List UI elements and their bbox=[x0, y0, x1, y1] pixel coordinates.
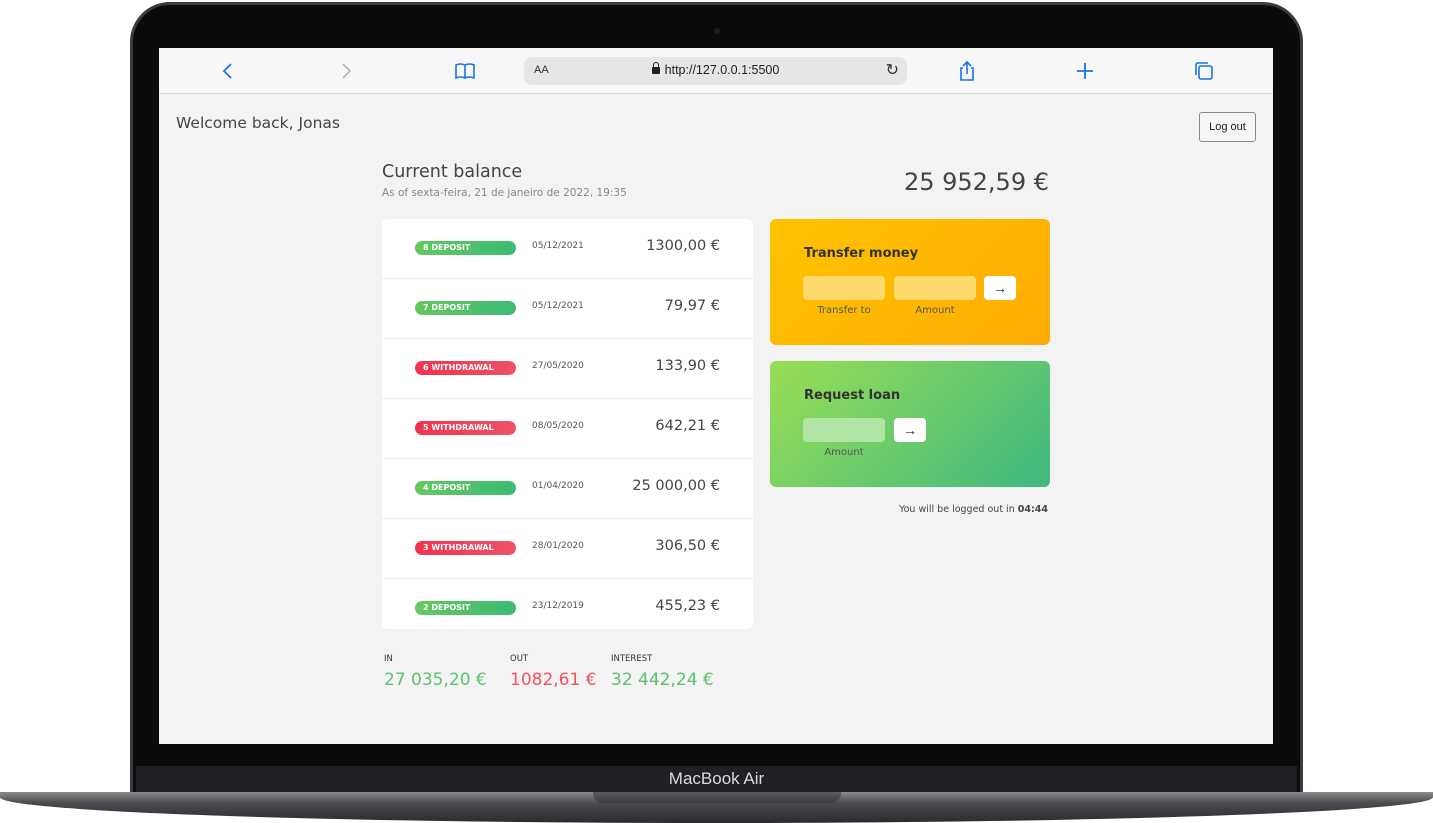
plus-icon[interactable] bbox=[1073, 59, 1097, 83]
movement-date: 08/05/2020 bbox=[532, 421, 584, 431]
url-text[interactable]: http://127.0.0.1:5500 bbox=[524, 62, 907, 77]
laptop-notch bbox=[593, 792, 841, 803]
screen: AA http://127.0.0.1:5500 ↻ Welcome back,… bbox=[159, 48, 1273, 744]
loan-amount-input[interactable] bbox=[803, 418, 885, 442]
movement-type-badge: 6 WITHDRAWAL bbox=[415, 361, 516, 375]
camera-icon bbox=[714, 28, 720, 34]
summary-out-value: 1082,61 € bbox=[510, 670, 597, 690]
movement-amount: 306,50 € bbox=[655, 538, 720, 554]
movement-amount: 79,97 € bbox=[664, 298, 720, 314]
tabs-icon[interactable] bbox=[1192, 59, 1216, 83]
loan-amount-label: Amount bbox=[824, 447, 864, 458]
movement-row: 3 WITHDRAWAL 28/01/2020 306,50 € bbox=[382, 519, 753, 579]
movement-row: 7 DEPOSIT 05/12/2021 79,97 € bbox=[382, 279, 753, 339]
movement-row: 2 DEPOSIT 23/12/2019 455,23 € bbox=[382, 579, 753, 629]
transfer-submit-button[interactable]: → bbox=[984, 276, 1016, 300]
transfer-title: Transfer money bbox=[804, 246, 919, 261]
reload-icon[interactable]: ↻ bbox=[886, 60, 899, 79]
loan-title: Request loan bbox=[804, 388, 901, 403]
movement-row: 6 WITHDRAWAL 27/05/2020 133,90 € bbox=[382, 339, 753, 399]
timer-text: You will be logged out in bbox=[899, 504, 1018, 515]
movement-amount: 455,23 € bbox=[655, 598, 720, 614]
summary-interest-label: INTEREST bbox=[611, 654, 653, 664]
movement-date: 27/05/2020 bbox=[532, 361, 584, 371]
address-bar[interactable]: AA http://127.0.0.1:5500 ↻ bbox=[524, 57, 907, 85]
summary-in-value: 27 035,20 € bbox=[384, 670, 487, 690]
timer-value: 04:44 bbox=[1017, 504, 1048, 515]
chevron-right-icon[interactable] bbox=[334, 59, 358, 83]
movement-row: 4 DEPOSIT 01/04/2020 25 000,00 € bbox=[382, 459, 753, 519]
movement-type-badge: 3 WITHDRAWAL bbox=[415, 541, 516, 555]
loan-submit-button[interactable]: → bbox=[894, 418, 926, 442]
transfer-to-label: Transfer to bbox=[817, 305, 871, 316]
movement-date: 23/12/2019 bbox=[532, 601, 584, 611]
movement-date: 05/12/2021 bbox=[532, 301, 584, 311]
movement-type-badge: 4 DEPOSIT bbox=[415, 481, 516, 495]
lock-icon bbox=[651, 62, 660, 74]
logout-button[interactable]: Log out bbox=[1199, 112, 1256, 142]
movement-amount: 133,90 € bbox=[655, 358, 720, 374]
movement-amount: 1300,00 € bbox=[646, 238, 720, 254]
movements-list[interactable]: 8 DEPOSIT 05/12/2021 1300,00 € 7 DEPOSIT… bbox=[382, 219, 753, 629]
device-brand: MacBook Air bbox=[668, 769, 765, 788]
loan-panel: Request loan → Amount bbox=[770, 361, 1050, 487]
movement-row: 8 DEPOSIT 05/12/2021 1300,00 € bbox=[382, 219, 753, 279]
balance-title: Current balance bbox=[382, 162, 523, 182]
summary-interest: INTEREST 32 442,24 € bbox=[611, 654, 714, 690]
movement-type-badge: 2 DEPOSIT bbox=[415, 601, 516, 615]
transfer-to-input[interactable] bbox=[803, 276, 885, 300]
movement-row: 5 WITHDRAWAL 08/05/2020 642,21 € bbox=[382, 399, 753, 459]
book-icon[interactable] bbox=[453, 59, 477, 83]
movement-amount: 642,21 € bbox=[655, 418, 720, 434]
movement-date: 05/12/2021 bbox=[532, 241, 584, 251]
welcome-message: Welcome back, Jonas bbox=[176, 114, 340, 132]
movement-type-badge: 5 WITHDRAWAL bbox=[415, 421, 516, 435]
movement-date: 01/04/2020 bbox=[532, 481, 584, 491]
movement-amount: 25 000,00 € bbox=[632, 478, 720, 494]
summary-interest-value: 32 442,24 € bbox=[611, 670, 714, 690]
browser-toolbar: AA http://127.0.0.1:5500 ↻ bbox=[159, 48, 1273, 94]
movement-type-badge: 7 DEPOSIT bbox=[415, 301, 516, 315]
transfer-panel: Transfer money → Transfer to Amount bbox=[770, 219, 1050, 345]
url-value: http://127.0.0.1:5500 bbox=[664, 63, 780, 77]
share-icon[interactable] bbox=[955, 59, 979, 83]
transfer-amount-label: Amount bbox=[915, 305, 955, 316]
logout-timer: You will be logged out in 04:44 bbox=[770, 504, 1048, 515]
transfer-amount-input[interactable] bbox=[894, 276, 976, 300]
balance-value: 25 952,59 € bbox=[903, 168, 1049, 196]
movement-date: 28/01/2020 bbox=[532, 541, 584, 551]
movement-type-badge: 8 DEPOSIT bbox=[415, 241, 516, 255]
balance-date: As of sexta-feira, 21 de janeiro de 2022… bbox=[382, 187, 627, 199]
summary-in-label: IN bbox=[384, 654, 393, 664]
chevron-left-icon[interactable] bbox=[216, 59, 240, 83]
summary-out: OUT 1082,61 € bbox=[510, 654, 597, 690]
summary-out-label: OUT bbox=[510, 654, 529, 664]
summary-in: IN 27 035,20 € bbox=[384, 654, 487, 690]
